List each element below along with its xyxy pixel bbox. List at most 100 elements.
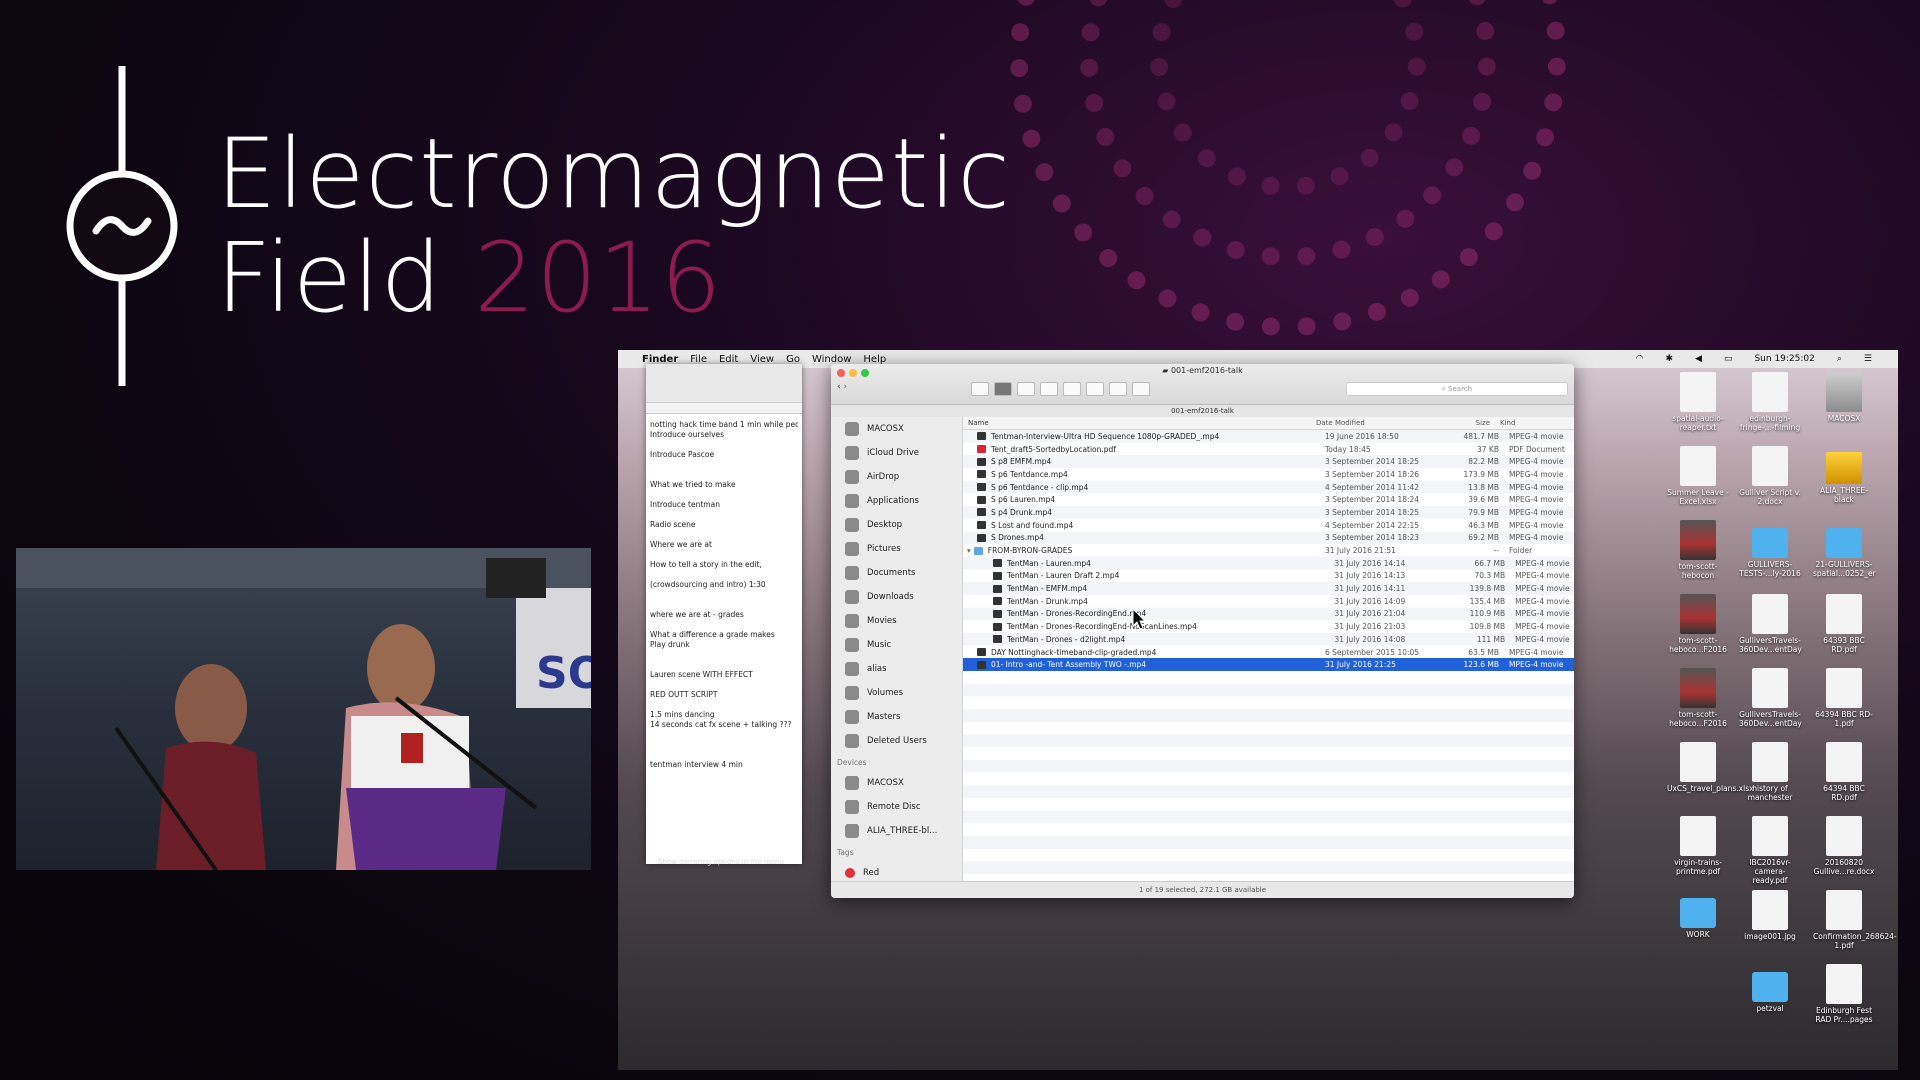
textedit-line[interactable]: [650, 470, 798, 480]
desktop-icon[interactable]: GulliversTravels-360Dev...entDay: [1739, 594, 1802, 654]
textedit-line[interactable]: [650, 590, 798, 600]
desktop-icon[interactable]: tom-scott-heboco...F2016: [1667, 594, 1729, 654]
textedit-line[interactable]: RED OUTT SCRIPT: [650, 690, 798, 700]
notification-center-icon[interactable]: ☰: [1864, 354, 1872, 364]
sidebar-item-volumes[interactable]: Volumes: [831, 681, 962, 705]
file-row[interactable]: Tent_draft5-SortedbyLocation.pdf Today 18…: [963, 443, 1574, 456]
sidebar-item-applications[interactable]: Applications: [831, 489, 962, 513]
textedit-line[interactable]: [650, 600, 798, 610]
desktop-icon[interactable]: image001.jpg: [1739, 890, 1801, 941]
textedit-line[interactable]: [650, 740, 798, 750]
textedit-line[interactable]: Introduce tentman: [650, 500, 798, 510]
desktop-icon[interactable]: 64394 BBC RD.pdf: [1813, 742, 1875, 802]
textedit-line[interactable]: What we tried to make: [650, 480, 798, 490]
textedit-line[interactable]: [650, 730, 798, 740]
desktop-icon[interactable]: 20160820 Gullive...re.docx: [1813, 816, 1875, 876]
file-row[interactable]: 01- Intro -and- Tent Assembly TWO -.mp4 3…: [963, 658, 1574, 672]
desktop-icon[interactable]: tom-scott-heboco...F2016: [1667, 668, 1729, 728]
menu-edit[interactable]: Edit: [719, 354, 738, 365]
sidebar-item-icloud-drive[interactable]: iCloud Drive: [831, 441, 962, 465]
spotlight-icon[interactable]: ⌕: [1837, 354, 1842, 364]
file-row[interactable]: TentMan - Drones-RecordingEnd.mp4 31 July…: [963, 608, 1574, 621]
textedit-line[interactable]: Where we are at: [650, 540, 798, 550]
sidebar-item-masters[interactable]: Masters: [831, 705, 962, 729]
textedit-line[interactable]: Play drunk: [650, 640, 798, 650]
textedit-line[interactable]: [650, 620, 798, 630]
desktop-icon[interactable]: MACOSX: [1813, 372, 1875, 423]
desktop-icon[interactable]: ALIA_THREE-black: [1813, 446, 1875, 504]
textedit-line[interactable]: Radio scene: [650, 520, 798, 530]
list-view-button[interactable]: [994, 382, 1012, 396]
file-row[interactable]: DAY Nottinghack-timeband-clip-graded.mp4…: [963, 646, 1574, 659]
textedit-line[interactable]: [650, 750, 798, 760]
desktop-icon[interactable]: 64394 BBC RD-1.pdf: [1813, 668, 1875, 728]
textedit-line[interactable]: [650, 660, 798, 670]
textedit-line[interactable]: notting hack time band 1 min while peopl…: [650, 420, 798, 430]
column-date[interactable]: Date Modified: [1316, 419, 1436, 427]
textedit-line[interactable]: [650, 530, 798, 540]
finder-window[interactable]: ▰ 001-emf2016-talk ‹ › ⌕ Search 001-emf2…: [831, 364, 1574, 898]
menu-help[interactable]: Help: [863, 354, 886, 365]
column-size[interactable]: Size: [1436, 419, 1500, 427]
textedit-line[interactable]: Lauren scene WITH EFFECT: [650, 670, 798, 680]
textedit-line[interactable]: [650, 510, 798, 520]
file-row[interactable]: S Drones.mp4 3 September 2014 18:23 69.2 M…: [963, 532, 1574, 545]
textedit-ruler[interactable]: [646, 403, 802, 414]
textedit-line[interactable]: where we are at - grades: [650, 610, 798, 620]
textedit-line[interactable]: How to tell a story in the edit,: [650, 560, 798, 570]
textedit-line[interactable]: [650, 680, 798, 690]
sidebar-item-deleted-users[interactable]: Deleted Users: [831, 729, 962, 753]
file-row[interactable]: TentMan - Drones - d2light.mp4 31 July 20…: [963, 633, 1574, 646]
column-kind[interactable]: Kind: [1500, 419, 1560, 427]
desktop-icon[interactable]: UxCS_travel_plans.xlsx: [1667, 742, 1754, 793]
desktop-icon[interactable]: history of manchester: [1739, 742, 1801, 802]
sidebar-item-desktop[interactable]: Desktop: [831, 513, 962, 537]
desktop-icon[interactable]: Gulliver Script v. 2.docx: [1739, 446, 1801, 506]
desktop-icon[interactable]: Summer Leave - Excel.xlsx: [1667, 446, 1729, 506]
wifi-icon[interactable]: ◠: [1636, 354, 1644, 364]
cover-flow-button[interactable]: [1040, 382, 1058, 396]
file-row[interactable]: S p6 Lauren.mp4 3 September 2014 18:24 39.…: [963, 493, 1574, 506]
column-view-button[interactable]: [1017, 382, 1035, 396]
arrange-button[interactable]: [1063, 382, 1081, 396]
file-row[interactable]: S p8 EMFM.mp4 3 September 2014 18:25 82.2 …: [963, 455, 1574, 468]
volume-icon[interactable]: ◀: [1695, 354, 1702, 364]
file-row[interactable]: S p4 Drunk.mp4 3 September 2014 18:25 79.9…: [963, 506, 1574, 519]
desktop-icon[interactable]: IBC2016vr-camera-ready.pdf: [1739, 816, 1801, 885]
action-gear-button[interactable]: [1086, 382, 1104, 396]
textedit-line[interactable]: [650, 650, 798, 660]
sidebar-item-macosx[interactable]: MACOSX: [831, 417, 962, 441]
sidebar-item-movies[interactable]: Movies: [831, 609, 962, 633]
textedit-document[interactable]: notting hack time band 1 min while peopl…: [646, 414, 802, 776]
file-row[interactable]: TentMan - Drunk.mp4 31 July 2016 14:09 135…: [963, 595, 1574, 608]
textedit-line[interactable]: Introduce ourselves: [650, 430, 798, 440]
file-row[interactable]: Tentman-Interview-Ultra HD Sequence 1080…: [963, 430, 1574, 443]
sidebar-item-airdrop[interactable]: AirDrop: [831, 465, 962, 489]
sidebar-item-music[interactable]: Music: [831, 633, 962, 657]
file-list[interactable]: Name Date Modified Size Kind Tentman-Int…: [963, 417, 1574, 882]
file-row[interactable]: S Lost and found.mp4 4 September 2014 22:…: [963, 519, 1574, 532]
disclosure-triangle-icon[interactable]: ▾: [967, 546, 971, 555]
textedit-line[interactable]: Introduce Pascoe: [650, 450, 798, 460]
icon-view-button[interactable]: [971, 382, 989, 396]
column-name[interactable]: Name: [963, 419, 1316, 427]
sidebar-item-device-macosx[interactable]: MACOSX: [831, 771, 962, 795]
desktop-icon[interactable]: petzval: [1739, 964, 1801, 1013]
desktop-icon[interactable]: Edinburgh Fest RAD Pr....pages: [1813, 964, 1875, 1024]
file-row[interactable]: S p6 Tentdance.mp4 3 September 2014 18:26…: [963, 468, 1574, 481]
desktop-icon[interactable]: GULLIVERS-TESTS-...ly-2016: [1739, 520, 1801, 578]
sidebar-item-documents[interactable]: Documents: [831, 561, 962, 585]
back-forward-buttons[interactable]: ‹ ›: [837, 382, 847, 392]
sidebar-item-downloads[interactable]: Downloads: [831, 585, 962, 609]
textedit-window[interactable]: notting hack time band 1 min while peopl…: [646, 364, 802, 864]
textedit-line[interactable]: tentman interview 4 min: [650, 760, 798, 770]
sidebar-item-alias[interactable]: alias: [831, 657, 962, 681]
desktop-icon[interactable]: GulliversTravels-360Dev...entDay: [1739, 668, 1802, 728]
menu-view[interactable]: View: [750, 354, 774, 365]
desktop-icon[interactable]: edinburgh-fringe-...-filming: [1739, 372, 1801, 432]
share-button[interactable]: [1109, 382, 1127, 396]
textedit-line[interactable]: 1.5 mins dancing: [650, 710, 798, 720]
textedit-line[interactable]: [650, 550, 798, 560]
textedit-line[interactable]: [650, 700, 798, 710]
textedit-line[interactable]: [650, 490, 798, 500]
